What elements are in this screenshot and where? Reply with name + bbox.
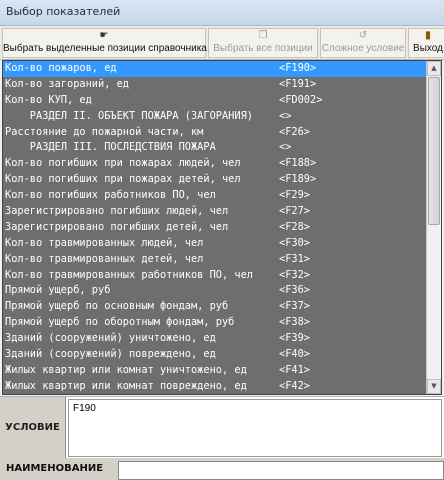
exit-label: Выход: [413, 43, 443, 54]
list-item-code: <F32>: [279, 268, 310, 281]
list-item-name: Расстояние до пожарной части, км: [5, 125, 204, 138]
list-item-code: <F188>: [279, 157, 317, 170]
complex-condition-button[interactable]: ↺ Сложное условие: [320, 28, 406, 58]
exit-button[interactable]: ▮ Выход: [408, 28, 444, 58]
condition-panel: УСЛОВИЕ F190: [0, 396, 444, 459]
condition-label: УСЛОВИЕ: [0, 397, 66, 459]
list-item[interactable]: Кол-во загораний, ед <F191>: [3, 77, 427, 93]
list-item[interactable]: Кол-во травмированных работников ПО, чел…: [3, 268, 427, 284]
list-item[interactable]: Кол-во погибших работников ПО, чел <F29>: [3, 188, 427, 204]
list-item-name: Кол-во погибших при пожарах людей, чел: [5, 157, 241, 170]
list-item[interactable]: РАЗДЕЛ II. ОБЪЕКТ ПОЖАРА (ЗАГОРАНИЯ) <>: [3, 109, 427, 125]
list-item-name: Зданий (сооружений) уничтожено, ед: [5, 332, 216, 345]
list-item-name: Кол-во погибших работников ПО, чел: [5, 189, 216, 202]
list-item[interactable]: Кол-во травмированных детей, чел <F31>: [3, 252, 427, 268]
list-item[interactable]: Прямой ущерб, руб <F36>: [3, 283, 427, 299]
list-item-name: Зданий (сооружений) повреждено, ед: [5, 348, 216, 361]
list-item[interactable]: Зданий (сооружений) повреждено, ед <F40>: [3, 347, 427, 363]
list-item[interactable]: Кол-во КУП, ед <FD002>: [3, 93, 427, 109]
list-item-name: Прямой ущерб по оборотным фондам, руб: [5, 316, 235, 329]
indicator-rows: Кол-во пожаров, ед <F190> Кол-во загораний…: [3, 61, 427, 394]
list-item-code: <F191>: [279, 77, 317, 90]
list-item-code: <F36>: [279, 284, 310, 297]
list-item-code: <F30>: [279, 236, 310, 249]
list-item[interactable]: Жилых квартир или комнат повреждено, ед <…: [3, 379, 427, 394]
list-item-name: РАЗДЕЛ III. ПОСЛЕДСТВИЯ ПОЖАРА: [5, 141, 216, 154]
name-label: НАИМЕНОВАНИЕ: [6, 463, 104, 474]
list-item-code: <F189>: [279, 173, 317, 186]
list-item-name: Зарегистрировано погибших детей, чел: [5, 220, 229, 233]
list-item-code: <F26>: [279, 125, 310, 138]
title-bar: Выбор показателей: [0, 0, 444, 26]
condition-field[interactable]: F190: [68, 399, 442, 457]
vertical-scrollbar[interactable]: ▲ ▼: [426, 61, 441, 394]
list-item-code: <F190>: [279, 62, 317, 74]
list-item[interactable]: Зарегистрировано погибших людей, чел <F27…: [3, 204, 427, 220]
list-item[interactable]: Кол-во травмированных людей, чел <F30>: [3, 236, 427, 252]
list-item-code: <>: [279, 141, 292, 154]
list-item-code: <F42>: [279, 379, 310, 392]
list-item-name: Кол-во пожаров, ед: [5, 62, 117, 74]
list-item-name: Кол-во КУП, ед: [5, 93, 92, 106]
list-item-code: <F40>: [279, 348, 310, 361]
toolbar: ☛ Выбрать выделенные позиции справочника…: [0, 26, 444, 60]
list-item-code: <F31>: [279, 252, 310, 265]
list-item[interactable]: Кол-во погибших при пожарах людей, чел <F…: [3, 156, 427, 172]
list-item[interactable]: Прямой ущерб по основным фондам, руб <F37…: [3, 299, 427, 315]
list-item-name: РАЗДЕЛ II. ОБЪЕКТ ПОЖАРА (ЗАГОРАНИЯ): [5, 109, 253, 122]
list-item-name: Жилых квартир или комнат повреждено, ед: [5, 379, 247, 392]
list-item[interactable]: Зданий (сооружений) уничтожено, ед <F39>: [3, 331, 427, 347]
scroll-down-arrow-icon[interactable]: ▼: [427, 379, 441, 394]
list-item[interactable]: Жилых квартир или комнат уничтожено, ед <…: [3, 363, 427, 379]
list-item[interactable]: Расстояние до пожарной части, км <F26>: [3, 125, 427, 141]
list-item-name: Прямой ущерб, руб: [5, 284, 111, 297]
list-item-code: <F41>: [279, 363, 310, 376]
copy-icon: ❐: [258, 30, 268, 41]
list-item-name: Кол-во погибших при пожарах детей, чел: [5, 173, 241, 186]
refresh-icon: ↺: [358, 30, 368, 41]
list-item-name: Жилых квартир или комнат уничтожено, ед: [5, 363, 247, 376]
select-positions-label: Выбрать выделенные позиции справочника: [3, 43, 207, 54]
hand-pointer-icon: ☛: [99, 30, 109, 41]
list-item[interactable]: Прямой ущерб по оборотным фондам, руб <F3…: [3, 315, 427, 331]
list-item[interactable]: Кол-во пожаров, ед <F190>: [3, 61, 427, 77]
list-item-name: Прямой ущерб по основным фондам, руб: [5, 300, 229, 313]
select-all-button[interactable]: ❐ Выбрать все позиции: [208, 28, 318, 58]
select-all-label: Выбрать все позиции: [213, 43, 313, 54]
list-item-code: <F37>: [279, 300, 310, 313]
indicator-list[interactable]: Кол-во пожаров, ед <F190> Кол-во загораний…: [2, 60, 442, 395]
scroll-thumb[interactable]: [428, 77, 440, 225]
list-item-name: Зарегистрировано погибших людей, чел: [5, 205, 229, 218]
list-item-code: <F39>: [279, 332, 310, 345]
list-item-name: Кол-во травмированных детей, чел: [5, 252, 204, 265]
complex-condition-label: Сложное условие: [321, 43, 405, 54]
name-field[interactable]: [118, 461, 444, 480]
list-item-code: <F27>: [279, 205, 310, 218]
select-positions-button[interactable]: ☛ Выбрать выделенные позиции справочника: [2, 28, 207, 58]
list-item-name: Кол-во травмированных людей, чел: [5, 236, 204, 249]
list-item-code: <F29>: [279, 189, 310, 202]
list-item-code: <F38>: [279, 316, 310, 329]
scroll-up-arrow-icon[interactable]: ▲: [427, 61, 441, 76]
list-item-code: <FD002>: [279, 93, 323, 106]
list-item-code: <>: [279, 109, 292, 122]
list-item[interactable]: РАЗДЕЛ III. ПОСЛЕДСТВИЯ ПОЖАРА <>: [3, 140, 427, 156]
list-item[interactable]: Кол-во погибших при пожарах детей, чел <F…: [3, 172, 427, 188]
list-item-code: <F28>: [279, 220, 310, 233]
name-panel: НАИМЕНОВАНИЕ: [0, 458, 444, 480]
exit-door-icon: ▮: [425, 30, 431, 41]
window-title: Выбор показателей: [6, 5, 121, 18]
list-item-name: Кол-во травмированных работников ПО, чел: [5, 268, 253, 281]
list-item-name: Кол-во загораний, ед: [5, 77, 129, 90]
list-item[interactable]: Зарегистрировано погибших детей, чел <F28…: [3, 220, 427, 236]
